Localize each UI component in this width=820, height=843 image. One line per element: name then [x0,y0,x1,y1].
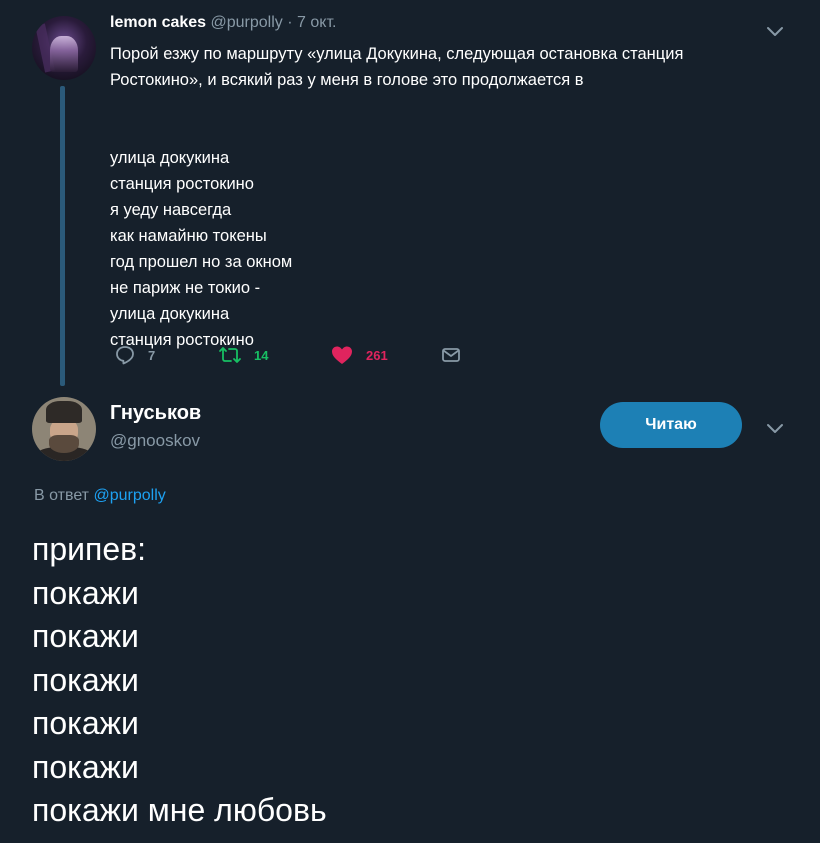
retweet-button[interactable]: 14 [218,342,268,368]
tweet-text-line: покажи [32,574,139,611]
like-button[interactable]: 261 [330,342,388,368]
thread-line [60,86,65,386]
tweet-date[interactable]: 7 окт. [297,14,336,31]
tweet-text-line: покажи [32,661,139,698]
author-name[interactable]: lemon cakes [110,14,206,31]
retweet-count: 14 [254,347,269,363]
poem-line: как намайню токены [110,227,267,245]
envelope-icon [440,344,462,366]
reply-context: В ответ @purpolly [34,487,166,505]
header-separator: · [287,14,293,31]
chevron-down-icon[interactable] [764,417,786,439]
direct-message-button[interactable] [440,342,462,368]
retweet-icon [218,344,242,366]
poem-line: станция ростокино [110,175,254,193]
author-name[interactable]: Гнуськов [110,402,201,425]
follow-button[interactable]: Читаю [600,402,742,448]
poem-line: не париж не токио - [110,279,261,297]
poem-line: улица докукина [110,305,230,323]
tweet-text-line: покажи [32,618,139,654]
reply-prefix: В ответ [34,487,90,504]
tweet-text: припев: покажи покажи покажи покажи пока… [32,528,327,833]
tweet-text-line: припев: [32,531,147,567]
tweet-text-line: покажи мне любовь [32,792,327,828]
avatar-purpolly[interactable] [32,16,96,80]
tweet-text-line: покажи [32,748,139,785]
reply-mention-link[interactable]: @purpolly [93,487,165,504]
chevron-down-icon[interactable] [764,20,786,42]
tweet-text-line: покажи [32,705,139,741]
poem-line: я уеду навсегда [110,201,232,219]
heart-icon [330,344,354,366]
tweet-text: Порой езжу по маршруту «улица Докукина, … [110,41,790,353]
like-count: 261 [366,347,388,363]
reply-count: 7 [148,347,156,363]
reply-icon [114,344,136,366]
poem-line: улица докукина [110,149,230,167]
tweet-header: lemon cakes @purpolly · 7 окт. [110,14,336,32]
poem-line: год прошел но за окном [110,253,293,271]
reply-button[interactable]: 7 [114,342,155,368]
tweet-text-line: Порой езжу по маршруту «улица Докукина, … [110,45,684,63]
author-handle[interactable]: @gnooskov [110,431,200,451]
avatar-gnooskov[interactable] [32,397,96,461]
author-handle[interactable]: @purpolly [211,14,283,31]
tweet-text-line: Ростокино», и всякий раз у меня в голове… [110,71,584,89]
